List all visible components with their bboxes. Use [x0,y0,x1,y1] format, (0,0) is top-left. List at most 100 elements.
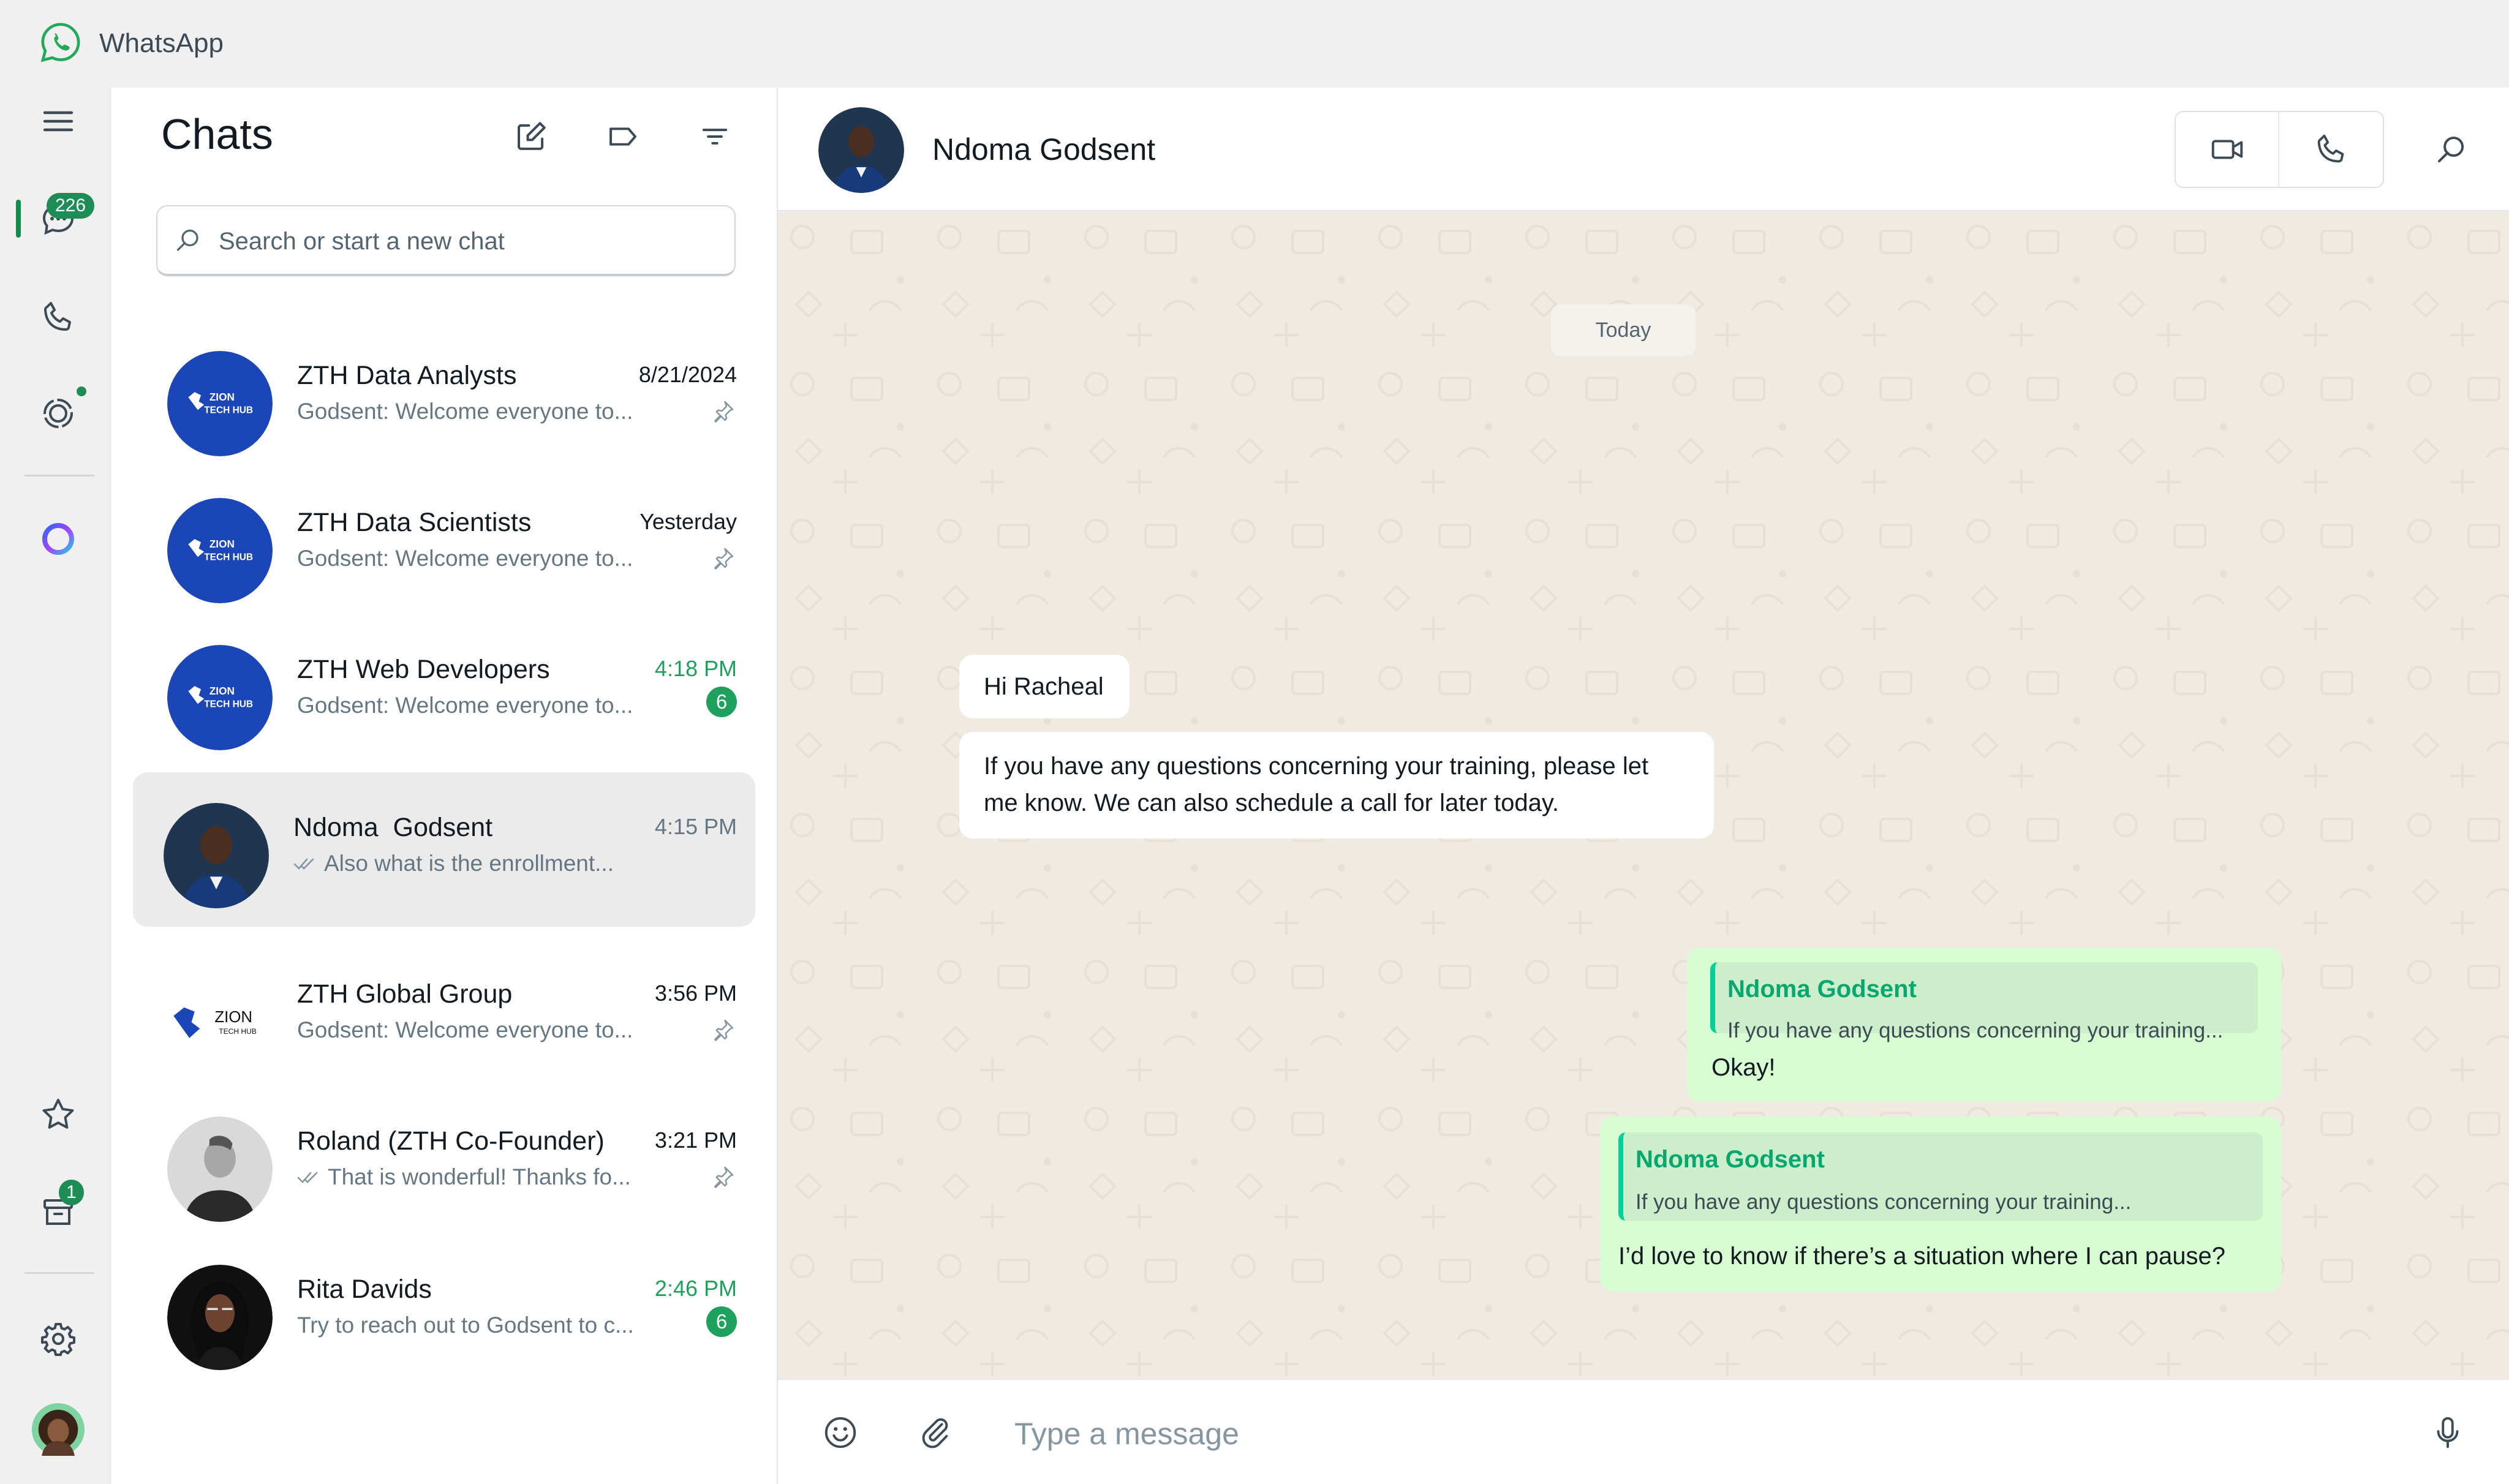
microphone-icon [2437,1417,2459,1448]
message-text: Hi Racheal [984,673,1104,700]
voice-call-button[interactable] [2279,112,2383,187]
message-area[interactable]: Today Hi Racheal If you have any questio… [778,213,2509,1379]
active-indicator [16,200,21,238]
pin-icon [714,1019,734,1041]
chat-name: ZTH Data Scientists [297,508,532,537]
chat-time: 3:21 PM [654,1128,737,1153]
quoted-message[interactable]: Ndoma Godsent If you have any questions … [1710,962,2258,1042]
chat-preview: Try to reach out to Godsent to c... [297,1313,634,1338]
svg-text:TECH HUB: TECH HUB [204,552,253,562]
paperclip-icon [922,1418,948,1448]
gear-icon [41,1323,75,1356]
meta-ai-ring-icon [42,523,74,555]
app-title: WhatsApp [99,28,224,58]
chat-list-item-selected[interactable]: Ndoma Godsent Also what is the enrollmen… [133,772,755,927]
incoming-message[interactable]: If you have any questions concerning you… [959,732,1714,838]
starred-messages-button[interactable] [31,1087,86,1142]
settings-button[interactable] [31,1311,86,1366]
calls-nav-button[interactable] [31,290,86,345]
chat-time: Yesterday [640,509,737,534]
meta-ai-button[interactable] [31,511,86,567]
voice-message-button[interactable] [2423,1408,2472,1457]
title-bar: WhatsApp [0,0,2509,88]
chat-list-item[interactable]: ZION TECH HUB ZTH Web Developers Godsent:… [133,614,755,769]
chat-time: 8/21/2024 [638,362,737,387]
star-icon [42,1099,74,1129]
chat-preview: Also what is the enrollment... [293,851,614,876]
chat-list-item[interactable]: Rita Davids Try to reach out to Godsent … [133,1234,755,1388]
filter-button[interactable] [690,112,739,161]
message-text: I’d love to know if there’s a situation … [1618,1243,2225,1270]
contact-avatar [167,1265,273,1370]
chat-preview: Godsent: Welcome everyone to... [297,693,633,718]
message-input[interactable] [1014,1409,2362,1458]
chat-list-item[interactable]: ZION TECH HUB ZTH Data Analysts Godsent: … [133,320,755,475]
chats-heading: Chats [161,110,273,158]
unread-count-badge: 6 [706,1306,737,1337]
attach-button[interactable] [910,1408,959,1457]
chat-preview: Godsent: Welcome everyone to... [297,546,633,571]
chat-list-item[interactable]: ZION TECH HUB ZTH Global Group Godsent: W… [133,939,755,1093]
pin-icon [714,401,734,423]
video-call-button[interactable] [2176,112,2279,187]
rail-divider [25,1272,94,1274]
chat-preview: Godsent: Welcome everyone to... [297,399,633,424]
status-icon [43,399,73,428]
chat-preview: That is wonderful! Thanks fo... [297,1164,631,1190]
emoji-icon [824,1417,856,1448]
search-icon [2438,137,2464,163]
quoted-text: If you have any questions concerning you… [1727,1019,2224,1042]
double-check-icon [293,858,314,870]
chat-name: Rita Davids [297,1275,432,1304]
message-text-line: me know. We can also schedule a call for… [984,789,1560,816]
contact-avatar [164,803,269,908]
avatar [32,1403,85,1456]
filter-icon [702,129,728,145]
chat-name: Roland (ZTH Co-Founder) [297,1126,605,1156]
chat-time: 3:56 PM [654,981,737,1006]
group-avatar: ZION TECH HUB [167,970,273,1075]
quoted-sender-name: Ndoma Godsent [1727,976,1917,1003]
outgoing-message[interactable]: Ndoma Godsent If you have any questions … [1687,947,2281,1102]
svg-text:ZION: ZION [209,538,235,550]
unread-chats-badge: 226 [47,193,95,219]
svg-text:TECH HUB: TECH HUB [219,1027,257,1036]
search-box [156,205,736,276]
phone-icon [2317,134,2344,163]
chat-name: ZTH Web Developers [297,655,550,684]
chat-name: Ndoma Godsent [293,813,493,842]
chat-time: 4:15 PM [654,814,737,839]
double-check-icon [297,1172,318,1183]
message-composer [778,1379,2509,1484]
label-tag-icon [609,127,636,146]
call-buttons-group [2175,111,2384,188]
incoming-message[interactable]: Hi Racheal [959,655,1130,718]
chat-name: ZTH Global Group [297,979,513,1009]
group-avatar: ZION TECH HUB [167,351,273,456]
search-input[interactable] [219,220,721,263]
video-camera-icon [2211,140,2243,159]
emoji-button[interactable] [816,1408,865,1457]
conversation-header[interactable]: Ndoma Godsent [778,88,2509,211]
contact-name[interactable]: Ndoma Godsent [932,132,1155,167]
contact-avatar[interactable] [818,107,904,193]
chat-list-panel: Chats ZIONTECH HUB ZTH Data Analysts God… [110,88,777,1484]
svg-text:ZION: ZION [214,1009,252,1026]
chat-list-item[interactable]: Roland (ZTH Co-Founder) That is wonderfu… [133,1086,755,1240]
quoted-message[interactable]: Ndoma Godsent If you have any questions … [1618,1132,2263,1221]
outgoing-message[interactable]: Ndoma Godsent If you have any questions … [1600,1117,2281,1292]
labels-button[interactable] [598,112,647,161]
phone-icon [44,302,71,331]
chat-list-item[interactable]: ZION TECH HUB ZTH Data Scientists Godsent… [133,467,755,622]
profile-avatar-button[interactable] [31,1402,86,1457]
pin-icon [714,1166,734,1188]
message-text: Okay! [1711,1054,1776,1081]
new-chat-button[interactable] [507,112,556,161]
whatsapp-window: WhatsApp 226 1 Chats Search or start a n… [0,0,2509,1484]
group-avatar: ZION TECH HUB [167,498,273,603]
svg-text:ZION: ZION [209,391,235,403]
whatsapp-logo-icon [40,23,80,62]
search-messages-button[interactable] [2427,126,2476,175]
menu-button[interactable] [31,94,86,149]
group-avatar: ZION TECH HUB [167,645,273,750]
